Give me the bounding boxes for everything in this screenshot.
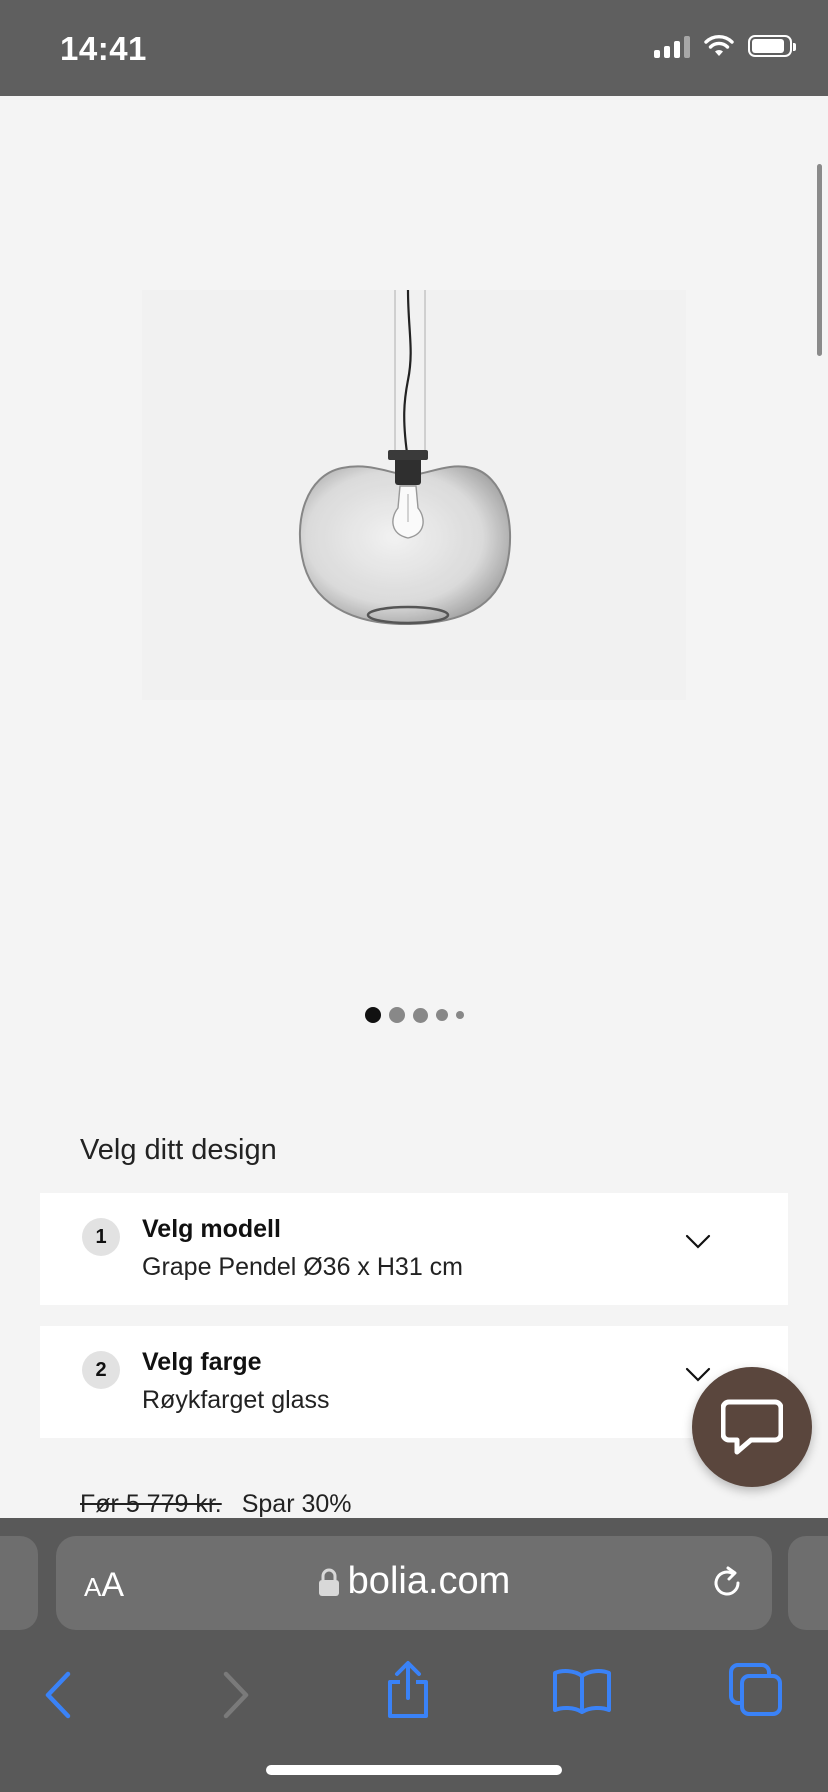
- old-price: Før 5 779 kr.: [80, 1490, 222, 1518]
- step-number: 1: [82, 1218, 120, 1256]
- price-line: Før 5 779 kr. Spar 30%: [80, 1490, 352, 1519]
- wifi-icon: [704, 35, 734, 56]
- cellular-signal-icon: [654, 34, 690, 58]
- option-value: Grape Pendel Ø36 x H31 cm: [142, 1253, 463, 1281]
- page-scrollbar[interactable]: [817, 164, 822, 356]
- carousel-dot[interactable]: [388, 1007, 405, 1023]
- address-bar[interactable]: AA bolia.com: [56, 1536, 772, 1630]
- browser-bar: AA bolia.com: [0, 1518, 828, 1792]
- option-color-selector[interactable]: 2 Velg farge Røykfarget glass: [40, 1326, 788, 1438]
- forward-arrow-icon[interactable]: [218, 1670, 254, 1720]
- status-bar: 14:41: [0, 0, 828, 96]
- home-indicator: [266, 1765, 562, 1775]
- chat-bubble-icon: [721, 1399, 783, 1455]
- design-section-title: Velg ditt design: [80, 1134, 277, 1166]
- lock-icon: [318, 1568, 339, 1596]
- option-model-selector[interactable]: 1 Velg modell Grape Pendel Ø36 x H31 cm: [40, 1193, 788, 1305]
- status-time: 14:41: [60, 30, 147, 67]
- reload-icon[interactable]: [708, 1564, 746, 1602]
- next-tab-peek[interactable]: [788, 1536, 828, 1630]
- back-arrow-icon[interactable]: [40, 1670, 76, 1720]
- previous-tab-peek[interactable]: [0, 1536, 38, 1630]
- option-label: Velg modell: [142, 1215, 281, 1243]
- discount-label: Spar 30%: [241, 1490, 352, 1518]
- option-label: Velg farge: [142, 1348, 262, 1376]
- share-icon[interactable]: [384, 1660, 432, 1720]
- chat-button[interactable]: [692, 1367, 812, 1487]
- carousel-dots: [0, 1007, 828, 1023]
- tabs-icon[interactable]: [728, 1662, 784, 1718]
- browser-toolbar: [0, 1650, 828, 1740]
- carousel-dot-active[interactable]: [364, 1007, 381, 1023]
- status-icons: [654, 34, 796, 58]
- bookmarks-icon[interactable]: [552, 1666, 612, 1714]
- url-group: bolia.com: [56, 1560, 772, 1603]
- url-text[interactable]: bolia.com: [348, 1560, 511, 1603]
- carousel-dot[interactable]: [435, 1009, 448, 1021]
- chevron-down-icon[interactable]: [684, 1233, 712, 1251]
- carousel-dot[interactable]: [455, 1011, 464, 1019]
- pendant-lamp-image: [298, 289, 511, 626]
- carousel-dot[interactable]: [412, 1007, 428, 1023]
- option-value: Røykfarget glass: [142, 1386, 330, 1414]
- product-image[interactable]: [142, 289, 686, 700]
- chevron-down-icon[interactable]: [684, 1366, 712, 1384]
- step-number: 2: [82, 1351, 120, 1389]
- battery-icon: [748, 35, 796, 57]
